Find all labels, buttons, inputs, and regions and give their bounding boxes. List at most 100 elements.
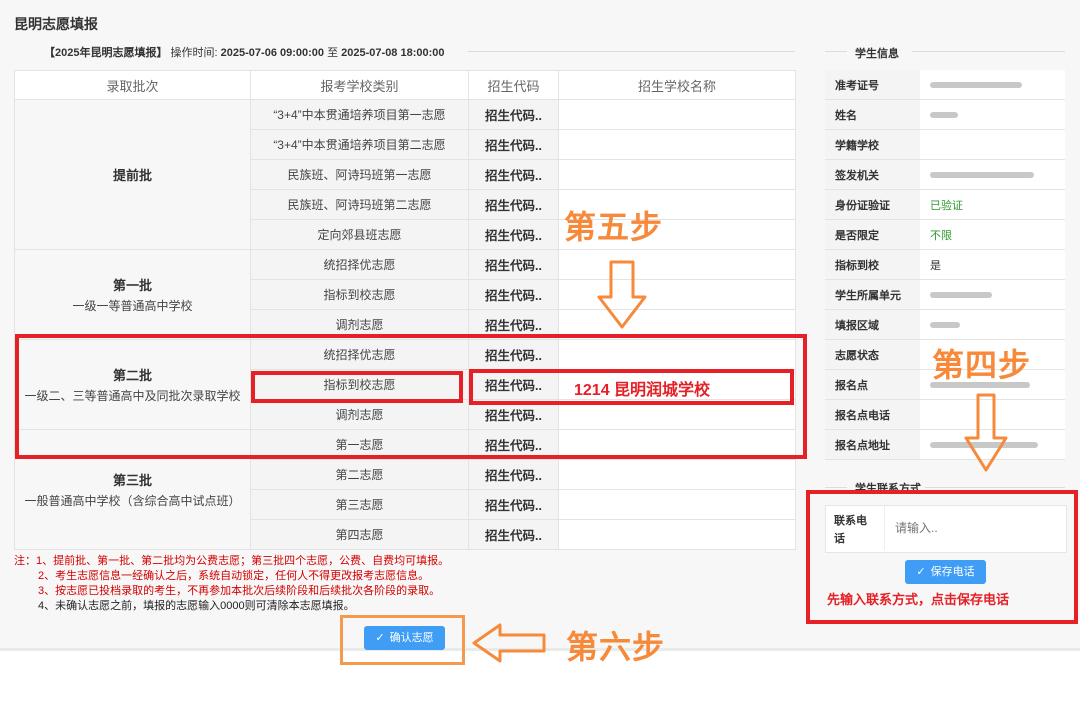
step-four-label: 第四步 [932, 347, 1032, 383]
batch-title: 提前批 [112, 168, 152, 183]
student-info-table: 准考证号 姓名 学籍学校 签发机关 身份证验证 已验证 是否限定 不限 指标到校是 … [825, 70, 1065, 460]
info-value-redacted [920, 70, 1065, 100]
category-cell: 统招择优志愿 [250, 249, 469, 280]
code-input[interactable]: 招生代码.. [468, 519, 559, 550]
op-time-divider [468, 51, 795, 52]
info-row: 报名点电话 [825, 399, 1065, 430]
note-line: 2、考生志愿信息一经确认之后，系统自动锁定，任何人不得更改报考志愿信息。 [38, 570, 430, 582]
school-name-cell [558, 99, 796, 130]
info-row: 填报区域 [825, 309, 1065, 340]
info-row: 学籍学校 [825, 129, 1065, 160]
info-label: 志愿状态 [825, 339, 920, 370]
student-info-heading: 学生信息 [855, 48, 899, 60]
student-info-divider-right [912, 51, 1065, 52]
info-label: 签发机关 [825, 159, 920, 190]
arrow-left-step6-icon [472, 623, 546, 663]
school-name-cell [558, 249, 796, 280]
page-title: 昆明志愿填报 [14, 16, 98, 32]
info-value-redacted [920, 99, 1065, 130]
batch-early: 提前批 [14, 99, 251, 250]
header-category: 报考学校类别 [250, 70, 469, 100]
school-entry-annotation: 1214 昆明润城学校 [574, 382, 711, 399]
batch-first: 第一批 一级一等普通高中学校 [14, 249, 251, 340]
info-label: 报名点电话 [825, 399, 920, 430]
note-line: 4、未确认志愿之前，填报的志愿输入0000则可清除本志愿填报。 [38, 600, 355, 612]
category-cell: 定向郊县班志愿 [250, 219, 469, 250]
info-label: 姓名 [825, 99, 920, 130]
op-time-to: 至 [327, 47, 339, 59]
category-cell: “3+4”中本贯通培养项目第二志愿 [250, 129, 469, 160]
header-school-name: 招生学校名称 [558, 70, 796, 100]
school-name-cell [558, 489, 796, 520]
op-time-end: 2025-07-08 18:00:00 [341, 47, 445, 59]
info-row: 身份证验证 已验证 [825, 189, 1065, 220]
info-row: 指标到校是 [825, 249, 1065, 280]
code-input[interactable]: 招生代码.. [468, 459, 559, 490]
category-cell: 第四志愿 [250, 519, 469, 550]
op-time-prefix: 【2025年昆明志愿填报】 [44, 47, 168, 59]
school-name-cell [558, 279, 796, 310]
step-six-label: 第六步 [566, 629, 666, 665]
code-input[interactable]: 招生代码.. [468, 159, 559, 190]
info-row: 准考证号 [825, 70, 1065, 100]
info-label: 报名点 [825, 369, 920, 400]
arrow-down-step4-icon [964, 393, 1008, 472]
school-name-cell [558, 519, 796, 550]
info-label: 填报区域 [825, 309, 920, 340]
school-name-cell [558, 159, 796, 190]
arrow-down-step5-icon [597, 260, 647, 329]
contact-divider-left [825, 487, 847, 488]
batch-subtitle: 一般普通高中学校（含综合高中试点班） [24, 494, 241, 508]
school-name-cell [558, 459, 796, 490]
code-input[interactable]: 招生代码.. [468, 249, 559, 280]
info-value [920, 129, 1065, 160]
batch-subtitle: 一级一等普通高中学校 [72, 299, 193, 313]
table-row: 第一批 一级一等普通高中学校 统招择优志愿 招生代码.. [14, 249, 796, 340]
info-value-redacted [920, 279, 1065, 310]
info-row: 报名点地址 [825, 429, 1065, 460]
info-row: 签发机关 [825, 159, 1065, 190]
step-five-label: 第五步 [564, 209, 664, 245]
code-input[interactable]: 招生代码.. [468, 129, 559, 160]
restriction-value: 不限 [920, 219, 1065, 250]
category-cell: “3+4”中本贯通培养项目第一志愿 [250, 99, 469, 130]
operation-time: 【2025年昆明志愿填报】 操作时间: 2025-07-06 09:00:00 … [44, 44, 445, 60]
batch-title: 第三批 [112, 473, 152, 488]
info-row: 姓名 [825, 99, 1065, 130]
category-cell: 民族班、阿诗玛班第一志愿 [250, 159, 469, 190]
code-input[interactable]: 招生代码.. [468, 219, 559, 250]
student-info-divider-left [825, 51, 847, 52]
category-cell: 民族班、阿诗玛班第二志愿 [250, 189, 469, 220]
table-header-row: 录取批次 报考学校类别 招生代码 招生学校名称 [14, 70, 796, 100]
note-line: 3、按志愿已投档录取的考生，不再参加本批次后续阶段和后续批次各阶段的录取。 [38, 585, 441, 597]
info-label: 指标到校 [825, 249, 920, 280]
code-input[interactable]: 招生代码.. [468, 189, 559, 220]
contact-highlight [806, 490, 1078, 624]
note-line: 注：1、提前批、第一批、第二批均为公费志愿；第三批四个志愿，公费、自费均可填报。 [14, 555, 450, 567]
quota-value: 是 [920, 249, 1065, 280]
info-label: 准考证号 [825, 70, 920, 100]
header-batch: 录取批次 [14, 70, 251, 100]
op-time-start: 2025-07-06 09:00:00 [220, 47, 325, 59]
info-label: 是否限定 [825, 219, 920, 250]
code-input[interactable]: 招生代码.. [468, 489, 559, 520]
op-time-label: 操作时间: [170, 47, 218, 59]
quota-row-highlight [251, 371, 463, 403]
category-cell: 第二志愿 [250, 459, 469, 490]
info-value-redacted [920, 159, 1065, 190]
school-name-cell [558, 129, 796, 160]
id-verified-value: 已验证 [920, 189, 1065, 220]
code-input[interactable]: 招生代码.. [468, 99, 559, 130]
info-label: 身份证验证 [825, 189, 920, 220]
batch-title: 第一批 [112, 278, 152, 293]
info-label: 学籍学校 [825, 129, 920, 160]
code-input[interactable]: 招生代码.. [468, 279, 559, 310]
header-code: 招生代码 [468, 70, 559, 100]
info-value-redacted [920, 309, 1065, 340]
category-cell: 指标到校志愿 [250, 279, 469, 310]
notes: 注：1、提前批、第一批、第二批均为公费志愿；第三批四个志愿，公费、自费均可填报。… [14, 554, 449, 614]
table-row: 提前批 “3+4”中本贯通培养项目第一志愿 招生代码.. [14, 99, 796, 250]
info-row: 是否限定 不限 [825, 219, 1065, 250]
confirm-highlight [340, 615, 465, 665]
contact-divider-right [925, 487, 1065, 488]
